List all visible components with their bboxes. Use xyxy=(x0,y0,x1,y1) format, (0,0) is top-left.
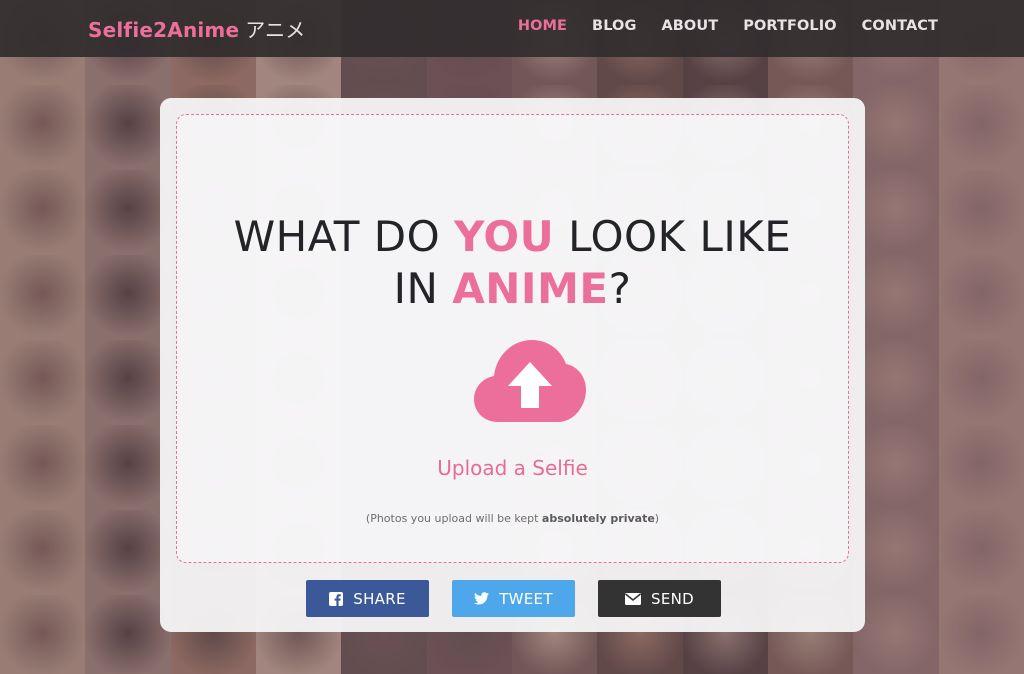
nav-about[interactable]: ABOUT xyxy=(661,18,718,34)
upload-selfie-label[interactable]: Upload a Selfie xyxy=(177,456,848,480)
headline-highlight-you: YOU xyxy=(453,212,555,261)
headline-part: IN xyxy=(393,264,453,313)
share-label: SHARE xyxy=(353,589,406,608)
headline-part: LOOK LIKE xyxy=(554,212,792,261)
nav-home[interactable]: HOME xyxy=(518,18,567,34)
facebook-icon xyxy=(329,591,344,606)
nav-contact[interactable]: CONTACT xyxy=(862,18,938,34)
hero-headline: WHAT DO YOU LOOK LIKE IN ANIME? xyxy=(177,211,848,315)
cloud-upload-icon[interactable] xyxy=(474,340,586,424)
upload-card: WHAT DO YOU LOOK LIKE IN ANIME? Upload a… xyxy=(160,98,865,632)
twitter-icon xyxy=(474,592,490,605)
envelope-icon xyxy=(625,592,641,605)
brand-name: Selfie2Anime xyxy=(88,18,240,42)
privacy-suffix: ) xyxy=(654,512,660,525)
nav-blog[interactable]: BLOG xyxy=(592,18,636,34)
share-buttons: SHARE TWEET SEND xyxy=(306,580,721,617)
brand-kana: アニメ xyxy=(245,18,306,42)
headline-highlight-anime: ANIME xyxy=(452,264,609,313)
upload-dropzone[interactable]: WHAT DO YOU LOOK LIKE IN ANIME? Upload a… xyxy=(176,114,849,563)
send-label: SEND xyxy=(651,589,694,608)
nav-links: HOME BLOG ABOUT PORTFOLIO CONTACT xyxy=(518,18,938,34)
facebook-share-button[interactable]: SHARE xyxy=(306,580,429,617)
brand-logo[interactable]: Selfie2Anime アニメ xyxy=(88,14,305,43)
nav-portfolio[interactable]: PORTFOLIO xyxy=(743,18,836,34)
twitter-tweet-button[interactable]: TWEET xyxy=(452,580,575,617)
headline-part: WHAT DO xyxy=(233,212,454,261)
privacy-prefix: (Photos you upload will be kept xyxy=(365,512,542,525)
top-navbar: Selfie2Anime アニメ HOME BLOG ABOUT PORTFOLI… xyxy=(0,0,1024,57)
tweet-label: TWEET xyxy=(499,589,553,608)
privacy-bold: absolutely private xyxy=(541,512,655,525)
headline-part: ? xyxy=(608,264,632,313)
privacy-note: (Photos you upload will be kept absolute… xyxy=(177,512,848,525)
email-send-button[interactable]: SEND xyxy=(598,580,721,617)
